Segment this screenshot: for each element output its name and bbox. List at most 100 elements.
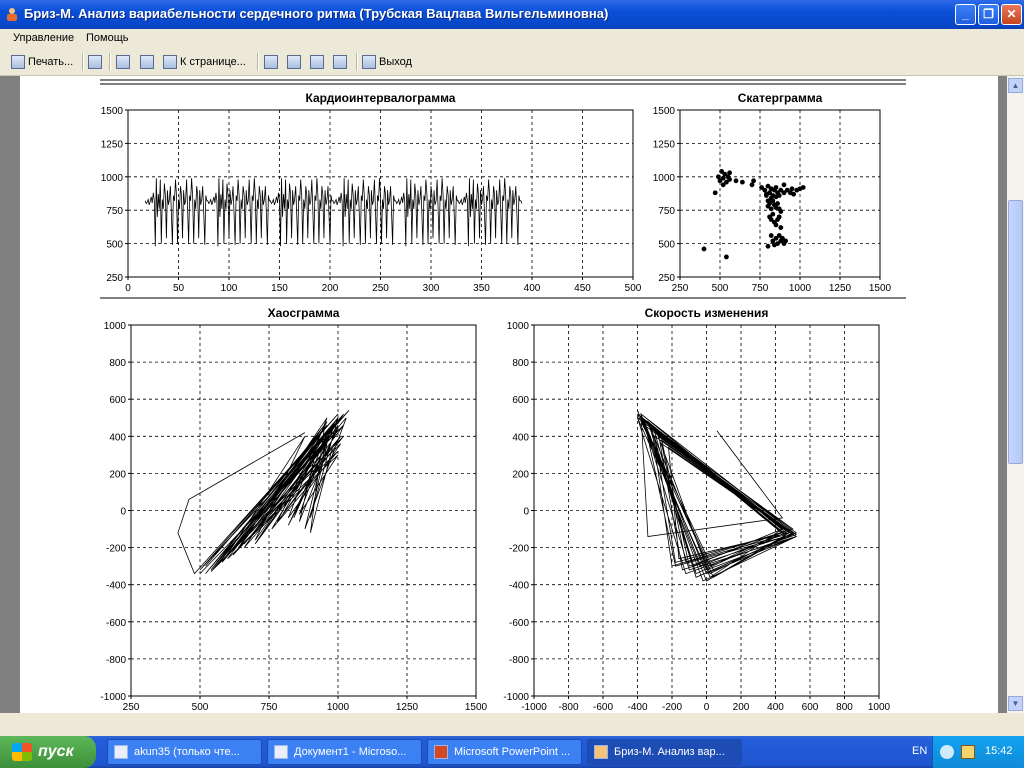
y-tick-label: 500 bbox=[658, 240, 675, 251]
y-tick-label: 1250 bbox=[653, 139, 676, 150]
scatter-point bbox=[781, 182, 787, 188]
scroll-down-button[interactable]: ▼ bbox=[1008, 696, 1023, 711]
x-tick-label: 0 bbox=[704, 702, 710, 713]
x-tick-label: 250 bbox=[123, 702, 140, 713]
y-tick-label: -600 bbox=[106, 618, 126, 629]
y-tick-label: 400 bbox=[512, 432, 529, 443]
x-tick-label: 400 bbox=[524, 283, 541, 294]
scatter-point bbox=[724, 254, 729, 260]
y-tick-label: -600 bbox=[509, 618, 529, 629]
x-tick-label: 1500 bbox=[465, 702, 488, 713]
scatter-point bbox=[727, 170, 732, 176]
x-tick-label: 450 bbox=[574, 283, 591, 294]
scatter-point bbox=[764, 193, 769, 198]
scroll-thumb[interactable] bbox=[1008, 200, 1023, 464]
x-tick-label: 250 bbox=[372, 283, 389, 294]
start-button[interactable]: пуск bbox=[0, 736, 96, 768]
scatter-point bbox=[733, 178, 739, 184]
arrow-up-icon: ▲ bbox=[1011, 81, 1020, 90]
x-tick-label: 500 bbox=[192, 702, 209, 713]
scatter-point bbox=[768, 206, 774, 212]
x-tick-label: 1000 bbox=[789, 283, 812, 294]
y-tick-label: 600 bbox=[512, 395, 529, 406]
charts-canvas: Кардиоинтервалограмма 0 50 100 150 200 250 300 3… bbox=[100, 79, 906, 713]
y-tick-label: 800 bbox=[512, 358, 529, 369]
y-tick-label: 800 bbox=[109, 358, 126, 369]
taskbar: пуск akun35 (только чте... Документ1 - M… bbox=[0, 736, 1024, 768]
word-icon bbox=[114, 745, 128, 759]
x-tick-label: -800 bbox=[558, 702, 578, 713]
series-line bbox=[177, 410, 350, 575]
y-tick-label: 1500 bbox=[101, 106, 124, 117]
powerpoint-icon bbox=[434, 745, 448, 759]
scattergram-chart: Скатерграмма 250 500 750 1000 1250 1500 250 500 7… bbox=[653, 91, 892, 294]
task-button[interactable]: Microsoft PowerPoint ... bbox=[427, 739, 582, 765]
scatter-point bbox=[701, 246, 707, 252]
start-label: пуск bbox=[38, 743, 74, 760]
x-tick-label: 400 bbox=[767, 702, 784, 713]
vertical-scrollbar[interactable]: ▲ ▼ bbox=[1007, 76, 1024, 713]
x-tick-label: 1000 bbox=[327, 702, 350, 713]
rate-of-change-chart: Скорость изменения -1000 -800 -600 -400 -200 0… bbox=[503, 306, 890, 713]
tray-expand-icon[interactable] bbox=[940, 745, 954, 759]
y-tick-label: 1000 bbox=[507, 321, 530, 332]
clock: 15:42 bbox=[985, 745, 1013, 757]
y-tick-label: 0 bbox=[120, 507, 126, 518]
cardiointervalogram-chart: Кардиоинтервалограмма 0 50 100 150 200 250 300 3… bbox=[101, 91, 642, 294]
x-tick-label: 500 bbox=[625, 283, 642, 294]
y-tick-label: 0 bbox=[523, 507, 529, 518]
y-tick-label: 1000 bbox=[104, 321, 127, 332]
x-tick-label: 200 bbox=[733, 702, 750, 713]
task-label: Бриз-М. Анализ вар... bbox=[614, 746, 725, 758]
scatter-point bbox=[768, 233, 774, 238]
task-label: Microsoft PowerPoint ... bbox=[454, 746, 571, 758]
scatter-point bbox=[712, 190, 718, 196]
language-indicator[interactable]: EN bbox=[912, 745, 927, 757]
x-tick-label: 1250 bbox=[396, 702, 419, 713]
y-tick-label: 750 bbox=[658, 206, 675, 217]
scatter-point bbox=[770, 211, 776, 217]
x-tick-label: 500 bbox=[712, 283, 729, 294]
chart-title: Скорость изменения bbox=[645, 306, 769, 320]
y-tick-label: 250 bbox=[658, 273, 675, 284]
x-tick-label: -400 bbox=[627, 702, 647, 713]
scatter-point bbox=[778, 209, 784, 214]
y-tick-label: -1000 bbox=[100, 692, 126, 703]
y-tick-label: 1000 bbox=[101, 173, 124, 184]
x-tick-label: -600 bbox=[593, 702, 613, 713]
scatter-point bbox=[727, 177, 732, 182]
y-tick-label: 1500 bbox=[653, 106, 676, 117]
scatter-point bbox=[773, 222, 779, 228]
task-label: akun35 (только чте... bbox=[134, 746, 240, 758]
status-bar bbox=[0, 713, 1024, 736]
x-tick-label: 0 bbox=[125, 283, 131, 294]
task-button-active[interactable]: Бриз-М. Анализ вар... bbox=[587, 739, 742, 765]
task-button[interactable]: akun35 (только чте... bbox=[107, 739, 262, 765]
chart-title: Скатерграмма bbox=[738, 91, 823, 105]
x-tick-label: 1250 bbox=[829, 283, 852, 294]
system-tray: 15:42 bbox=[932, 736, 1024, 768]
windows-logo-icon bbox=[12, 743, 32, 761]
scatter-point bbox=[773, 194, 779, 200]
app-icon bbox=[594, 745, 608, 759]
x-tick-label: 200 bbox=[322, 283, 339, 294]
y-tick-label: 600 bbox=[109, 395, 126, 406]
series-line bbox=[144, 178, 523, 247]
scatter-point bbox=[765, 243, 771, 249]
task-label: Документ1 - Microso... bbox=[294, 746, 407, 758]
scroll-up-button[interactable]: ▲ bbox=[1008, 78, 1023, 93]
x-tick-label: 150 bbox=[271, 283, 288, 294]
y-tick-label: 400 bbox=[109, 432, 126, 443]
tray-app-icon[interactable] bbox=[961, 745, 975, 759]
x-tick-label: 50 bbox=[173, 283, 185, 294]
x-tick-label: 600 bbox=[802, 702, 819, 713]
scatter-point bbox=[751, 178, 756, 184]
x-tick-label: -1000 bbox=[521, 702, 547, 713]
word-icon bbox=[274, 745, 288, 759]
y-tick-label: 200 bbox=[109, 469, 126, 480]
task-button[interactable]: Документ1 - Microso... bbox=[267, 739, 422, 765]
y-tick-label: -200 bbox=[509, 544, 529, 555]
chart-title: Кардиоинтервалограмма bbox=[306, 91, 456, 105]
scatter-point bbox=[720, 182, 726, 188]
x-tick-label: 250 bbox=[672, 283, 689, 294]
